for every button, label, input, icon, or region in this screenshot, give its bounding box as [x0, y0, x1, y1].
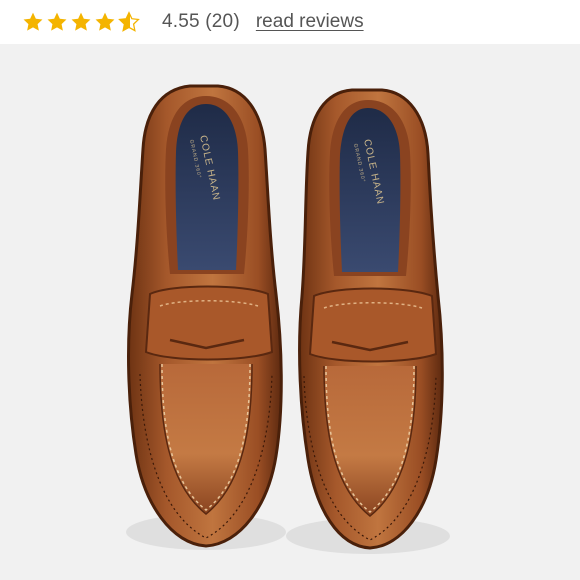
left-shoe: COLE HAAN GRAND.360°	[126, 84, 286, 550]
product-image: COLE HAAN GRAND.360° COLE HAAN GRAND.360…	[0, 44, 580, 580]
right-shoe: COLE HAAN GRAND.360°	[286, 88, 450, 554]
loafers-illustration: COLE HAAN GRAND.360° COLE HAAN GRAND.360…	[126, 84, 450, 554]
rating-bar: 4.55 (20) read reviews	[0, 0, 580, 44]
star-icon	[47, 12, 67, 31]
star-rating	[22, 11, 140, 33]
half-star-icon	[118, 11, 140, 32]
star-icon	[71, 12, 91, 31]
rating-value: 4.55 (20)	[162, 11, 240, 32]
star-icon	[95, 12, 115, 31]
star-icon	[23, 12, 43, 31]
read-reviews-link[interactable]: read reviews	[256, 11, 364, 33]
